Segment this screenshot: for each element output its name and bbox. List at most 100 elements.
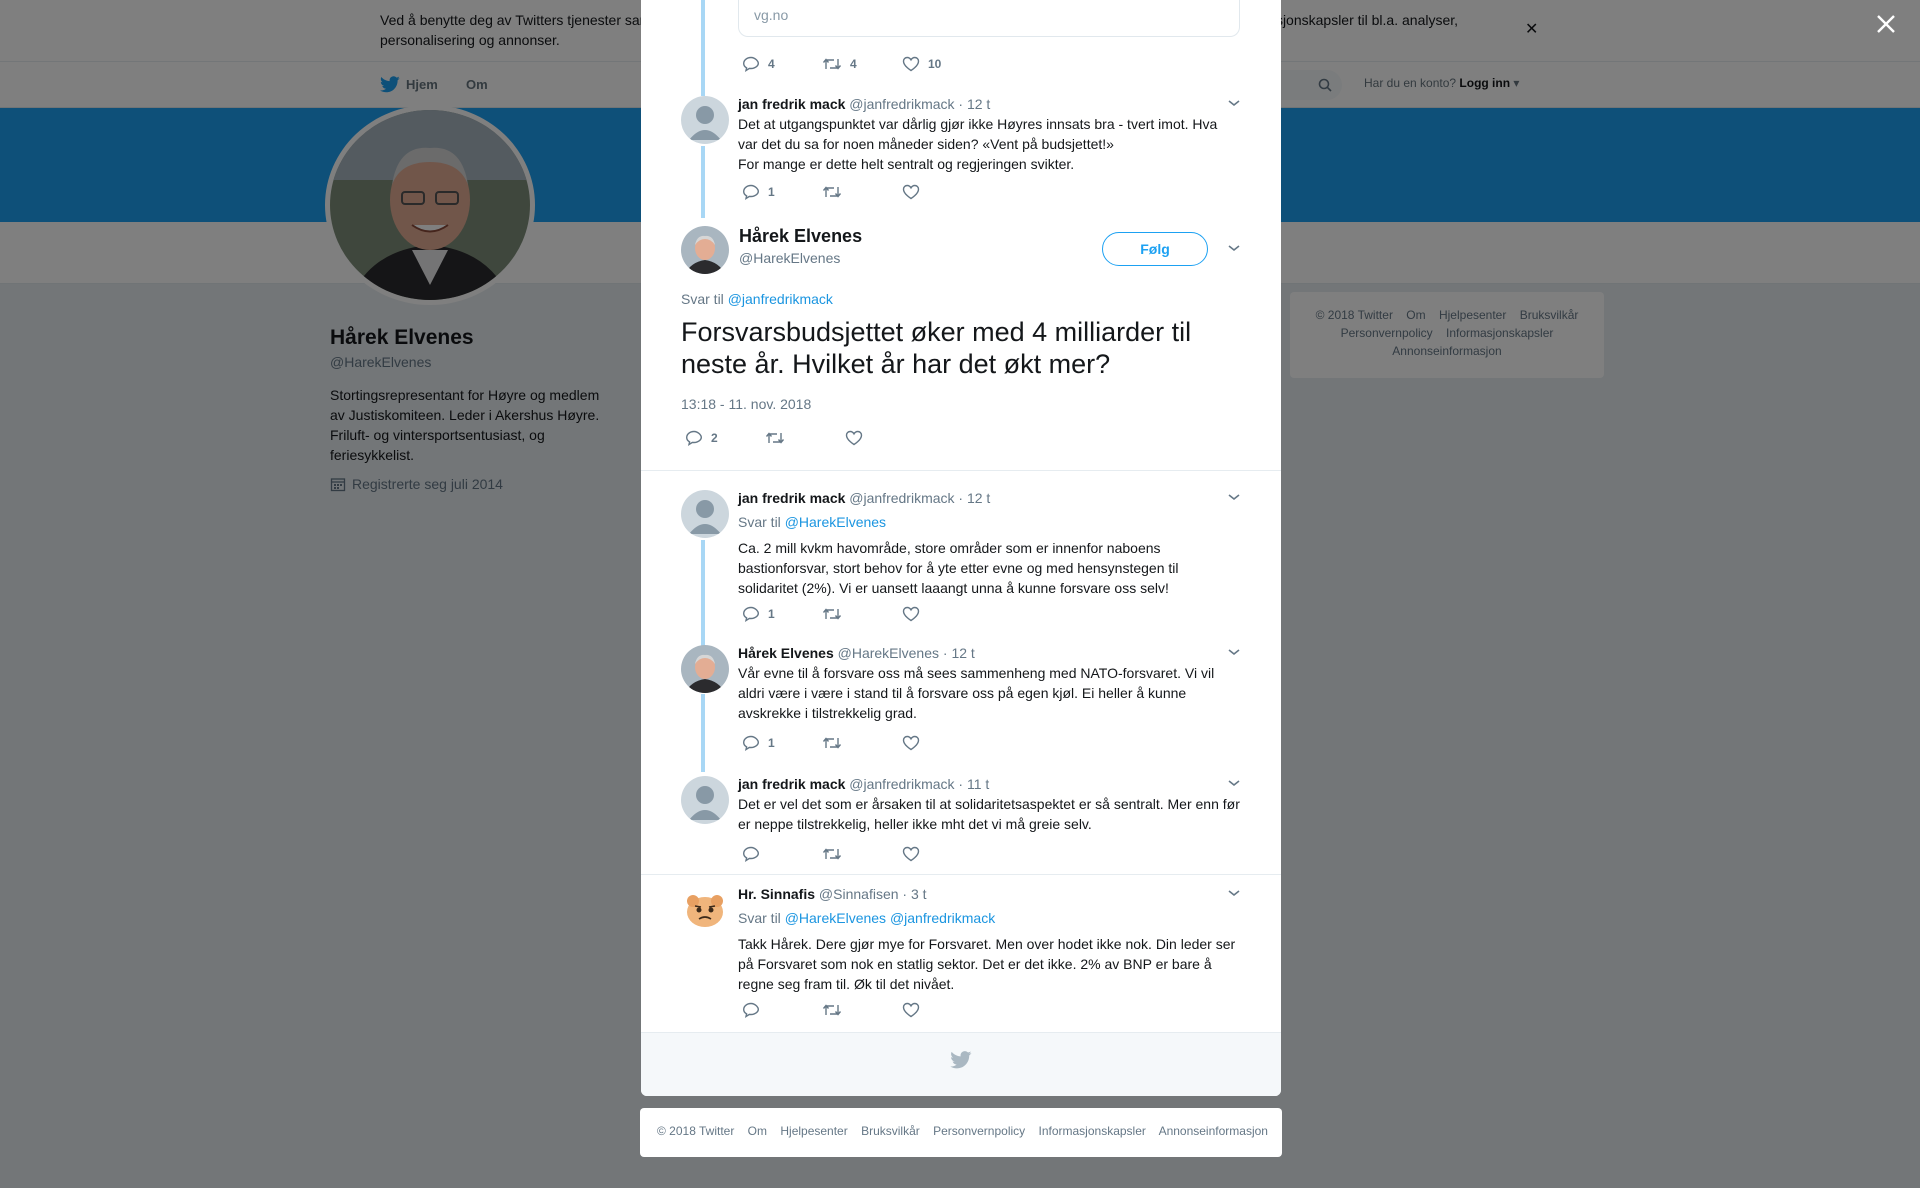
tweet-reply-context: Svar til @HarekElvenes <box>738 514 886 530</box>
footer-help[interactable]: Hjelpesenter <box>780 1124 847 1138</box>
heart-icon <box>902 56 920 72</box>
tweet-author-name[interactable]: Hr. Sinnafis <box>738 886 815 902</box>
chevron-down-icon[interactable] <box>1227 243 1241 253</box>
main-tweet-timestamp[interactable]: 13:18 - 11. nov. 2018 <box>681 396 811 412</box>
main-tweet-author-name[interactable]: Hårek Elvenes <box>739 226 862 247</box>
chevron-down-icon[interactable] <box>1227 492 1241 502</box>
reply-button[interactable]: 1 <box>742 606 822 622</box>
reply-mention-link[interactable]: @janfredrikmack <box>890 910 995 926</box>
tweet-actions <box>742 1002 982 1018</box>
reply-tweet[interactable]: jan fredrik mack @janfredrikmack · 12 t … <box>681 96 1241 206</box>
close-icon[interactable] <box>1874 12 1898 36</box>
user-avatar[interactable] <box>681 490 729 538</box>
tweet-author-name[interactable]: jan fredrik mack <box>738 96 845 112</box>
reply-count: 1 <box>768 607 775 621</box>
main-tweet-avatar[interactable] <box>681 226 729 274</box>
reply-button[interactable] <box>742 1002 822 1018</box>
heart-icon <box>902 735 920 751</box>
like-button[interactable] <box>902 184 982 200</box>
like-button[interactable] <box>845 430 925 446</box>
reply-button[interactable]: 2 <box>685 430 765 446</box>
tweet-time[interactable]: · 12 t <box>958 96 990 112</box>
chevron-down-icon[interactable] <box>1227 98 1241 108</box>
chevron-down-icon[interactable] <box>1227 888 1241 898</box>
chevron-down-icon[interactable] <box>1227 647 1241 657</box>
heart-icon <box>845 430 863 446</box>
thread-line <box>701 0 705 96</box>
retweet-button[interactable]: 4 <box>822 56 902 72</box>
like-button[interactable] <box>902 606 982 622</box>
footer-terms[interactable]: Bruksvilkår <box>861 1124 920 1138</box>
reply-label: Svar til <box>738 514 781 530</box>
tweet-header: jan fredrik mack @janfredrikmack · 11 t <box>738 776 989 792</box>
heart-icon <box>902 846 920 862</box>
main-tweet-author-handle[interactable]: @HarekElvenes <box>739 250 840 266</box>
footer-privacy[interactable]: Personvernpolicy <box>933 1124 1025 1138</box>
modal-footer <box>641 1032 1281 1096</box>
reply-icon <box>742 606 760 622</box>
tweet-author-handle[interactable]: @janfredrikmack <box>849 96 954 112</box>
tweet-time[interactable]: · 3 t <box>902 886 926 902</box>
tweet-author-handle[interactable]: @HarekElvenes <box>838 645 939 661</box>
like-button[interactable] <box>902 846 982 862</box>
retweet-icon <box>822 848 842 860</box>
main-tweet-text: Forsvarsbudsjettet øker med 4 milliarder… <box>681 317 1192 379</box>
footer-ads[interactable]: Annonseinformasjon <box>1159 1124 1268 1138</box>
reply-button[interactable]: 4 <box>742 56 822 72</box>
user-avatar[interactable] <box>681 886 729 934</box>
tweet-header: Hårek Elvenes @HarekElvenes · 12 t <box>738 645 975 661</box>
tweet-modal: vg.no 4 4 10 jan fredrik mack @janfredri… <box>641 0 1281 1096</box>
tweet-author-handle[interactable]: @Sinnafisen <box>819 886 899 902</box>
retweet-button[interactable] <box>822 735 902 751</box>
user-avatar[interactable] <box>681 776 729 824</box>
reply-button[interactable]: 1 <box>742 735 822 751</box>
reply-tweet[interactable]: Hr. Sinnafis @Sinnafisen · 3 t Svar til … <box>681 886 1241 1026</box>
tweet-author-handle[interactable]: @janfredrikmack <box>849 490 954 506</box>
reply-tweet[interactable]: Hårek Elvenes @HarekElvenes · 12 t Vår e… <box>681 645 1241 755</box>
tweet-header: Hr. Sinnafis @Sinnafisen · 3 t <box>738 886 927 902</box>
retweet-button[interactable] <box>822 1002 902 1018</box>
tweet-actions <box>742 846 982 862</box>
user-avatar[interactable] <box>681 645 729 693</box>
tweet-text-line: Det at utgangspunktet var dårlig gjør ik… <box>738 116 1218 152</box>
reply-tweet[interactable]: jan fredrik mack @janfredrikmack · 12 t … <box>681 490 1241 630</box>
tweet-author-name[interactable]: jan fredrik mack <box>738 776 845 792</box>
main-tweet-reply-context: Svar til @janfredrikmack <box>681 291 833 307</box>
reply-icon <box>685 430 703 446</box>
follow-button[interactable]: Følg <box>1102 232 1208 266</box>
footer-cookies[interactable]: Informasjonskapsler <box>1039 1124 1146 1138</box>
like-button[interactable]: 10 <box>902 56 982 72</box>
reply-button[interactable] <box>742 846 822 862</box>
reply-icon <box>742 184 760 200</box>
tweet-time[interactable]: · 12 t <box>943 645 975 661</box>
tweet-author-name[interactable]: Hårek Elvenes <box>738 645 834 661</box>
reply-mention-link[interactable]: @HarekElvenes <box>785 514 886 530</box>
retweet-button[interactable] <box>822 606 902 622</box>
reply-mention-link[interactable]: @janfredrikmack <box>728 291 833 307</box>
retweet-button[interactable] <box>765 430 845 446</box>
tweet-time[interactable]: · 12 t <box>958 490 990 506</box>
reply-button[interactable]: 1 <box>742 184 822 200</box>
tweet-author-handle[interactable]: @janfredrikmack <box>849 776 954 792</box>
chevron-down-icon[interactable] <box>1227 778 1241 788</box>
like-count: 10 <box>928 57 942 71</box>
retweet-icon <box>822 608 842 620</box>
tweet-text: Det er vel det som er årsaken til at sol… <box>738 796 1240 832</box>
retweet-button[interactable] <box>822 846 902 862</box>
tweet-header: jan fredrik mack @janfredrikmack · 12 t <box>738 96 990 112</box>
tweet-author-name[interactable]: jan fredrik mack <box>738 490 845 506</box>
tweet-actions: 1 <box>742 735 982 751</box>
link-card[interactable]: vg.no <box>738 0 1240 37</box>
reply-mention-link[interactable]: @HarekElvenes <box>785 910 886 926</box>
tweet-time[interactable]: · 11 t <box>958 776 989 792</box>
like-button[interactable] <box>902 735 982 751</box>
footer-about[interactable]: Om <box>748 1124 767 1138</box>
retweet-button[interactable] <box>822 184 902 200</box>
user-avatar[interactable] <box>681 96 729 144</box>
like-button[interactable] <box>902 1002 982 1018</box>
retweet-icon <box>822 186 842 198</box>
retweet-count: 4 <box>850 57 857 71</box>
reply-icon <box>742 1002 760 1018</box>
tweet-text: Ca. 2 mill kvkm havområde, store områder… <box>738 540 1179 596</box>
reply-tweet[interactable]: jan fredrik mack @janfredrikmack · 11 t … <box>681 776 1241 866</box>
